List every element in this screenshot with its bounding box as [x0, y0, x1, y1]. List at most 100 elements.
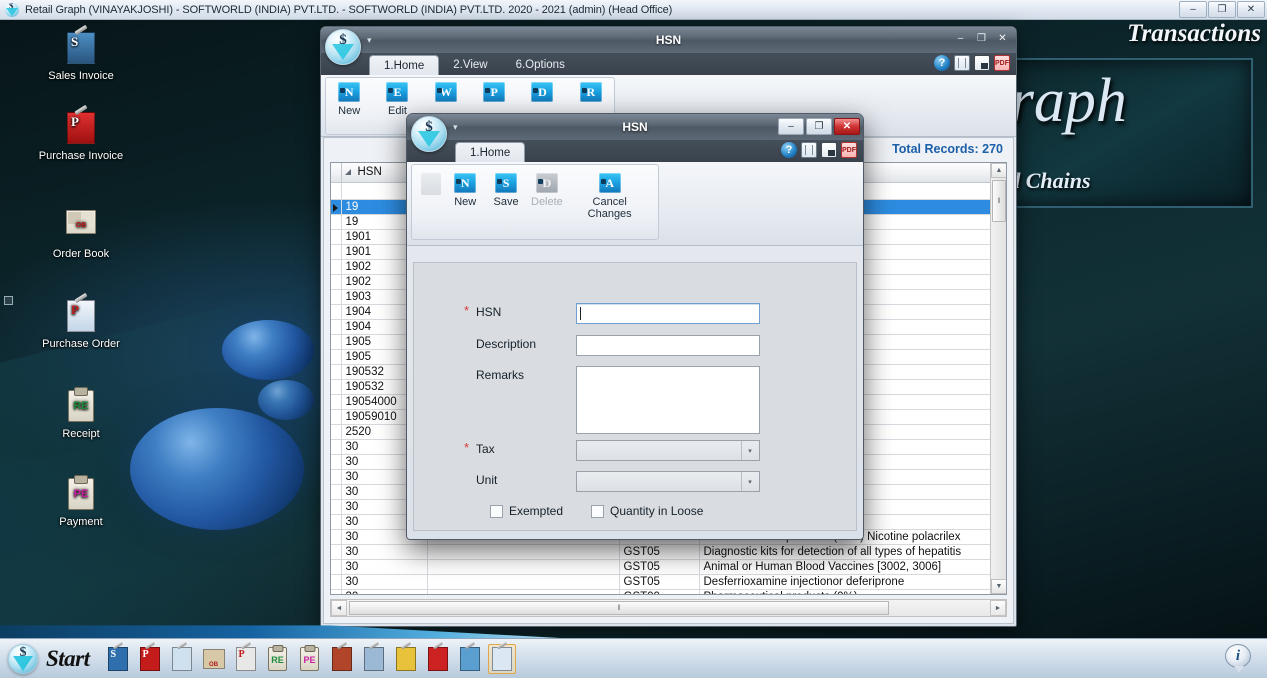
cell-tax[interactable]: GST05 [619, 544, 700, 560]
row-header-cell[interactable] [331, 544, 342, 560]
desktop-icon-receipt[interactable]: RE Receipt [26, 390, 136, 441]
desktop-icon-sales-invoice[interactable]: S Sales Invoice [26, 24, 136, 83]
cell-description[interactable]: Desferrioxamine injectionor deferiprone [699, 574, 992, 590]
desktop-icon-purchase-order[interactable]: P Purchase Order [26, 292, 136, 351]
exempted-checkbox[interactable]: Exempted [490, 504, 563, 518]
app-close-button[interactable]: ✕ [1237, 1, 1265, 18]
checkbox-box[interactable] [591, 504, 605, 518]
print-preview-icon[interactable] [954, 55, 970, 71]
row-header-cell[interactable] [331, 469, 342, 485]
row-header-cell[interactable] [331, 304, 342, 320]
ribbon-button-new[interactable]: N New [332, 82, 366, 117]
app-minimize-button[interactable]: – [1179, 1, 1207, 18]
hsn-input[interactable] [576, 303, 760, 324]
checkbox-box[interactable] [490, 504, 503, 518]
row-header-cell[interactable] [331, 439, 342, 455]
export-icon[interactable] [974, 55, 990, 71]
row-header-cell[interactable] [331, 574, 342, 590]
unit-select[interactable]: ▾ [576, 471, 760, 492]
ribbon-button-r[interactable]: R [574, 82, 608, 105]
help-icon[interactable]: ? [781, 142, 797, 158]
row-header-cell[interactable] [331, 379, 342, 395]
print-preview-icon[interactable] [801, 142, 817, 158]
table-row[interactable]: 30 GST00Pharmaceutical products (0%) [331, 589, 992, 594]
start-button-orb-icon[interactable]: $ [8, 643, 38, 674]
hsn-close-button[interactable]: ✕ [993, 31, 1012, 46]
start-button-label[interactable]: Start [46, 646, 90, 672]
modal-tab-home[interactable]: 1.Home [455, 142, 526, 162]
row-header-cell[interactable] [331, 454, 342, 470]
scroll-thumb-vertical[interactable]: ‖ [992, 180, 1006, 222]
row-header-cell[interactable] [331, 274, 342, 290]
ribbon-button-edit[interactable]: E Edit [380, 82, 414, 117]
desktop-icon-purchase-invoice[interactable]: P Purchase Invoice [26, 104, 136, 163]
table-row[interactable]: 30 GST05 Desferrioxamine injectionor defer… [331, 574, 992, 590]
hsn-restore-button[interactable]: ❐ [972, 31, 991, 46]
modal-button-new[interactable]: N New [447, 173, 484, 208]
table-row[interactable]: 30 GST05 Diagnostic kits for detection of … [331, 544, 992, 560]
cell-hsn[interactable]: 30 [341, 559, 428, 575]
modal-restore-button[interactable]: ❐ [806, 118, 832, 135]
scroll-up-button[interactable]: ▲ [991, 163, 1006, 178]
taskbar-item-purchase-invoice[interactable]: P [136, 641, 164, 674]
ribbon-button-d[interactable]: D [525, 82, 559, 105]
cell-description[interactable]: Pharmaceutical products (0%) [699, 589, 992, 594]
cell-blank[interactable] [427, 574, 620, 590]
row-header-cell[interactable] [331, 394, 342, 410]
row-header-cell[interactable] [331, 259, 342, 275]
tab-view[interactable]: 2.View [439, 55, 501, 75]
cell-description[interactable]: Animal or Human Blood Vaccines [3002, 30… [699, 559, 992, 575]
quick-access-dropdown-icon[interactable]: ▾ [367, 35, 372, 46]
scroll-right-button[interactable]: ► [990, 600, 1006, 616]
taskbar-item-alerts[interactable] [424, 641, 452, 674]
cell-tax[interactable]: GST05 [619, 574, 700, 590]
desktop-icon-order-book[interactable]: OB Order Book [26, 206, 136, 261]
grid-vertical-scrollbar[interactable]: ▲ ‖ ▼ [990, 163, 1006, 594]
cell-tax[interactable]: GST05 [619, 559, 700, 575]
table-row[interactable]: 30 GST05 Animal or Human Blood Vaccines [3… [331, 559, 992, 575]
cell-hsn[interactable]: 30 [341, 544, 428, 560]
cell-blank[interactable] [427, 589, 620, 594]
taskbar-item-payment[interactable]: PE [296, 644, 324, 674]
grid-horizontal-scrollbar[interactable]: ◄ ‖ ► [330, 599, 1007, 617]
modal-quick-access-dropdown-icon[interactable]: ▾ [453, 122, 458, 133]
remarks-textarea[interactable] [576, 366, 760, 434]
row-header-cell[interactable] [331, 559, 342, 575]
ribbon-button-w[interactable]: W [429, 82, 463, 105]
modal-close-button[interactable]: ✕ [834, 118, 860, 135]
row-header-cell[interactable] [331, 289, 342, 305]
cell-blank[interactable] [427, 544, 620, 560]
desktop-icon-payment[interactable]: PE Payment [26, 478, 136, 529]
taskbar-item-customer[interactable] [328, 641, 356, 674]
row-header-cell[interactable] [331, 514, 342, 530]
pdf-export-icon[interactable]: PDF [994, 55, 1010, 71]
taskbar-item-receipt[interactable]: RE [264, 644, 292, 674]
hsn-window-titlebar[interactable]: $ ▾ HSN – ❐ ✕ [321, 27, 1016, 65]
taskbar-item-sales-invoice[interactable]: S [104, 641, 132, 674]
row-header-cell[interactable] [331, 499, 342, 515]
cell-blank[interactable] [427, 559, 620, 575]
row-header-cell[interactable] [331, 199, 342, 215]
row-header-cell[interactable] [331, 334, 342, 350]
export-icon[interactable] [821, 142, 837, 158]
quantity-in-loose-checkbox[interactable]: Quantity in Loose [591, 504, 703, 518]
row-header-cell[interactable] [331, 364, 342, 380]
row-header-cell[interactable] [331, 529, 342, 545]
app-restore-button[interactable]: ❐ [1208, 1, 1236, 18]
cell-description[interactable]: Diagnostic kits for detection of all typ… [699, 544, 992, 560]
taskbar-item-purchase-order[interactable]: P [232, 641, 260, 674]
pdf-export-icon[interactable]: PDF [841, 142, 857, 158]
cell-hsn[interactable]: 30 [341, 589, 428, 594]
row-header-cell[interactable] [331, 349, 342, 365]
scroll-left-button[interactable]: ◄ [331, 600, 347, 616]
taskbar-item-printer[interactable] [456, 641, 484, 674]
taskbar-item-stock-item[interactable] [168, 641, 196, 674]
hsn-minimize-button[interactable]: – [951, 31, 970, 46]
row-header-cell[interactable] [331, 409, 342, 425]
taskbar-item-reports[interactable] [360, 641, 388, 674]
tax-select[interactable]: ▾ [576, 440, 760, 461]
cell-hsn[interactable]: 30 [341, 574, 428, 590]
taskbar-item-hsn-window[interactable] [487, 641, 516, 674]
modal-minimize-button[interactable]: – [778, 118, 804, 135]
description-input[interactable] [576, 335, 760, 356]
